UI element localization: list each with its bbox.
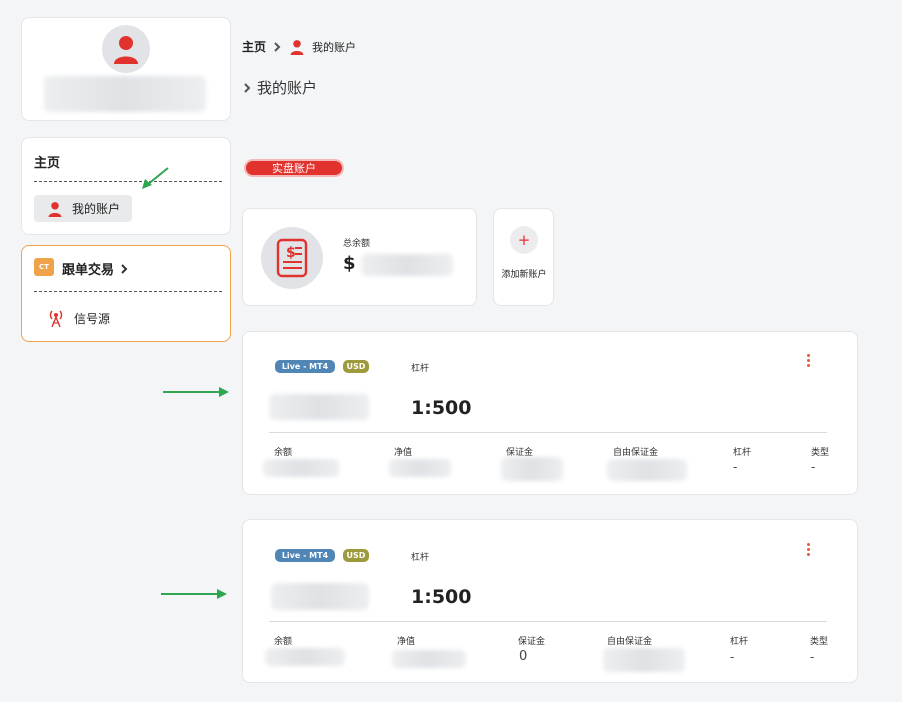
profile-name-redacted xyxy=(44,76,206,112)
leverage-cell: - xyxy=(733,460,738,474)
balance-currency: $ xyxy=(343,253,356,274)
sidebar-item-label: 我的账户 xyxy=(72,202,121,216)
account-card[interactable]: Live - MT4 USD 杠杆 1:500 余额 净值 保证金 自由保证金 … xyxy=(242,331,858,495)
user-icon xyxy=(290,39,304,55)
annotation-arrow-line xyxy=(161,593,219,595)
balance-label: 总余额 xyxy=(343,239,371,249)
add-account-button[interactable]: + 添加新账户 xyxy=(493,208,554,306)
platform-badge: Live - MT4 xyxy=(275,549,335,562)
balance-icon-wrap: $ xyxy=(261,227,323,289)
more-options-icon[interactable] xyxy=(807,543,810,558)
breadcrumb: 主页 我的账户 xyxy=(242,38,356,55)
leverage-value: 1:500 xyxy=(411,397,472,419)
tab-live-account[interactable]: 实盘账户 xyxy=(244,159,344,177)
margin-redacted xyxy=(501,457,563,481)
user-icon xyxy=(48,201,62,217)
card-divider xyxy=(269,621,827,622)
tab-live-account-label: 实盘账户 xyxy=(272,162,316,175)
copy-trade-title: 跟单交易 xyxy=(62,263,115,278)
col-type: 类型 xyxy=(811,448,830,458)
balance-redacted xyxy=(265,648,345,666)
col-free-margin: 自由保证金 xyxy=(607,637,653,647)
copy-trade-divider xyxy=(34,291,222,292)
copy-trade-icon: CT xyxy=(34,258,54,276)
col-balance: 余额 xyxy=(274,637,293,647)
col-type: 类型 xyxy=(810,637,829,647)
card-divider xyxy=(269,432,827,433)
menu-title: 主页 xyxy=(34,156,61,171)
col-margin: 保证金 xyxy=(518,637,546,647)
col-free-margin: 自由保证金 xyxy=(613,448,659,458)
platform-badge: Live - MT4 xyxy=(275,360,335,373)
account-number-redacted xyxy=(269,394,369,420)
currency-badge: USD xyxy=(343,549,369,562)
copy-trade-header[interactable]: 跟单交易 xyxy=(62,259,129,278)
currency-badge: USD xyxy=(343,360,369,373)
main-menu-card: 主页 我的账户 xyxy=(21,137,231,235)
leverage-label: 杠杆 xyxy=(411,364,430,374)
menu-divider xyxy=(34,181,222,182)
avatar[interactable] xyxy=(102,25,150,73)
copy-trade-card: CT 跟单交易 信号源 xyxy=(21,245,231,342)
page-title-text: 我的账户 xyxy=(257,79,318,97)
sidebar-item-signal-source[interactable]: 信号源 xyxy=(48,309,110,327)
total-balance-card: $ 总余额 $ xyxy=(242,208,477,306)
col-equity: 净值 xyxy=(397,637,416,647)
svg-text:$: $ xyxy=(286,245,296,261)
col-balance: 余额 xyxy=(274,448,293,458)
invoice-dollar-icon: $ xyxy=(276,238,308,278)
type-cell: - xyxy=(811,460,816,474)
plus-icon: + xyxy=(517,230,531,249)
page-title: 我的账户 xyxy=(242,77,317,98)
add-icon-wrap: + xyxy=(510,226,538,254)
equity-redacted xyxy=(389,459,451,477)
account-number-redacted xyxy=(271,583,369,610)
type-cell: - xyxy=(810,650,815,664)
annotation-arrow-icon xyxy=(217,589,227,599)
free-margin-redacted xyxy=(603,648,685,672)
free-margin-redacted xyxy=(607,459,687,481)
add-account-label: 添加新账户 xyxy=(501,270,547,280)
antenna-icon xyxy=(49,310,63,327)
annotation-arrow-icon xyxy=(142,167,169,189)
account-card[interactable]: Live - MT4 USD 杠杆 1:500 余额 净值 保证金 自由保证金 … xyxy=(242,519,858,683)
leverage-cell: - xyxy=(730,650,735,664)
sidebar-item-my-account[interactable]: 我的账户 xyxy=(34,195,132,222)
col-leverage: 杠杆 xyxy=(730,637,749,647)
balance-redacted xyxy=(263,459,339,477)
sidebar-item-label: 信号源 xyxy=(74,311,111,326)
annotation-arrow-icon xyxy=(219,387,229,397)
leverage-label: 杠杆 xyxy=(411,553,430,563)
breadcrumb-current: 我的账户 xyxy=(312,40,357,54)
breadcrumb-home[interactable]: 主页 xyxy=(242,38,266,55)
leverage-value: 1:500 xyxy=(411,586,472,608)
user-icon xyxy=(114,36,138,64)
margin-cell: 0 xyxy=(519,649,528,664)
chevron-right-icon xyxy=(121,263,128,274)
col-equity: 净值 xyxy=(394,448,413,458)
more-options-icon[interactable] xyxy=(807,354,810,369)
col-leverage: 杠杆 xyxy=(733,448,752,458)
balance-value-redacted xyxy=(361,254,453,276)
profile-card xyxy=(21,17,231,121)
chevron-right-icon xyxy=(244,82,251,93)
equity-redacted xyxy=(392,650,466,668)
chevron-right-icon xyxy=(274,41,281,52)
annotation-arrow-line xyxy=(163,391,221,393)
